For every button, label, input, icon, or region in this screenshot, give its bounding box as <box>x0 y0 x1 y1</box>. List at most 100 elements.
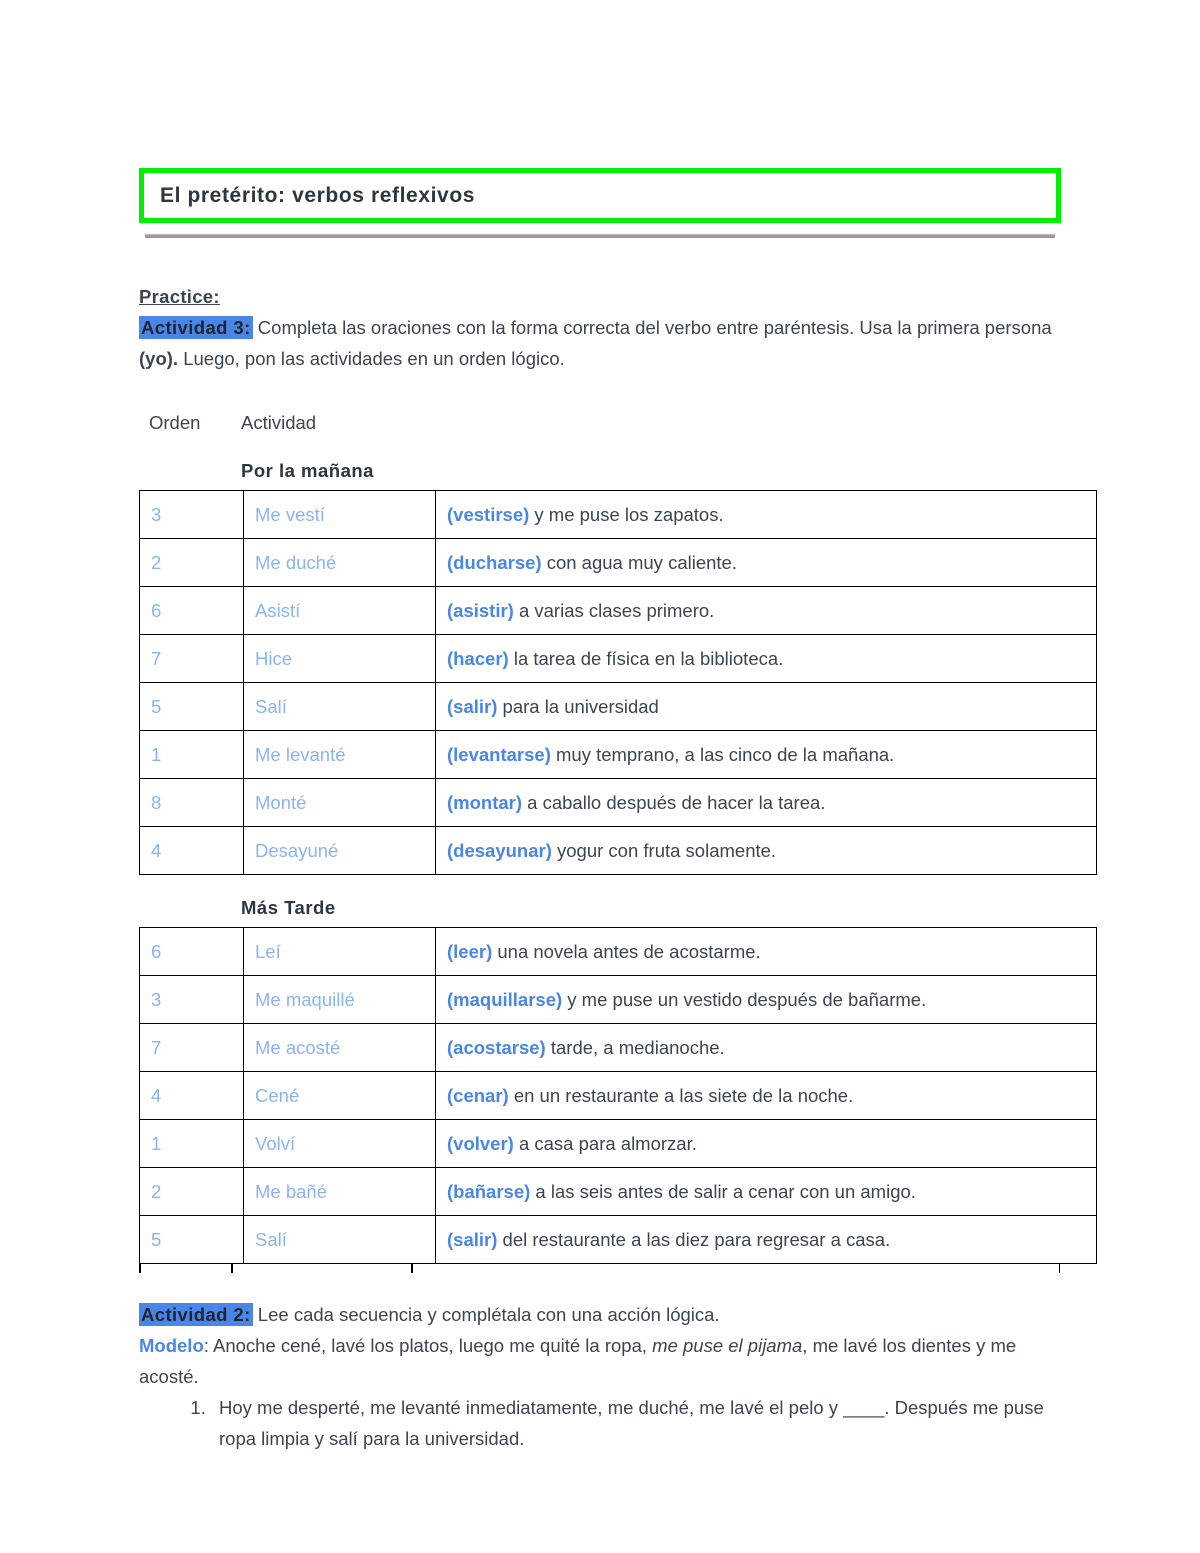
cell-actividad[interactable]: Desayuné <box>243 826 436 875</box>
cell-frase[interactable]: (montar) a caballo después de hacer la t… <box>435 778 1097 827</box>
section-heading-later: Más Tarde <box>241 897 336 918</box>
table-row: 5 Salí (salir) del restaurante a las die… <box>139 1215 1097 1264</box>
modelo-text-1: : Anoche cené, lavé los platos, luego me… <box>203 1335 653 1356</box>
cell-actividad[interactable]: Salí <box>243 1215 436 1264</box>
cell-actividad[interactable]: Monté <box>243 778 436 827</box>
cell-actividad[interactable]: Asistí <box>243 586 436 635</box>
frase-text: y me puse los zapatos. <box>529 503 724 525</box>
cell-actividad[interactable]: Me levanté <box>243 730 436 779</box>
frase-text: muy temprano, a las cinco de la mañana. <box>550 743 895 765</box>
cell-actividad[interactable]: Me acosté <box>243 1023 436 1072</box>
cell-actividad[interactable]: Me maquillé <box>243 975 436 1024</box>
cell-frase[interactable]: (levantarse) muy temprano, a las cinco d… <box>435 730 1097 779</box>
cell-frase[interactable]: (asistir) a varias clases primero. <box>435 586 1097 635</box>
cell-orden[interactable]: 1 <box>139 730 244 779</box>
table-row: 2 Me bañé (bañarse) a las seis antes de … <box>139 1167 1097 1216</box>
modelo-example: me puse el pijama <box>652 1335 803 1356</box>
cell-actividad[interactable]: Me bañé <box>243 1167 436 1216</box>
cell-frase[interactable]: (ducharse) con agua muy caliente. <box>435 538 1097 587</box>
table-edge-mark <box>139 1264 141 1273</box>
frase-text: una novela antes de acostarme. <box>492 940 761 962</box>
actividad3-text-1: Completa las oraciones con la forma corr… <box>252 317 1052 338</box>
cell-frase[interactable]: (leer) una novela antes de acostarme. <box>435 927 1097 976</box>
table-row: 7 Me acosté (acostarse) tarde, a mediano… <box>139 1023 1097 1072</box>
cell-orden[interactable]: 8 <box>139 778 244 827</box>
list-item: Hoy me desperté, me levanté inmediatamen… <box>211 1392 1061 1454</box>
frase-text: en un restaurante a las siete de la noch… <box>508 1084 854 1106</box>
cell-actividad[interactable]: Me vestí <box>243 490 436 539</box>
cell-orden[interactable]: 7 <box>139 1023 244 1072</box>
actividad2-badge-colon: : <box>244 1304 251 1325</box>
title-divider <box>145 234 1055 238</box>
frase-text: yogur con fruta solamente. <box>551 839 777 861</box>
actividad2-instructions: Actividad 2: Lee cada secuencia y complé… <box>139 1299 1061 1330</box>
verb-infinitive: (desayunar) <box>447 839 552 861</box>
cell-orden[interactable]: 2 <box>139 1167 244 1216</box>
cell-frase[interactable]: (salir) del restaurante a las diez para … <box>435 1215 1097 1264</box>
table-edge-mark <box>411 1264 413 1273</box>
cell-orden[interactable]: 1 <box>139 1119 244 1168</box>
actividad3-badge-colon: : <box>244 317 251 338</box>
cell-actividad[interactable]: Me duché <box>243 538 436 587</box>
verb-infinitive: (bañarse) <box>447 1180 531 1202</box>
table-mas-tarde: 6 Leí (leer) una novela antes de acostar… <box>139 927 1097 1264</box>
actividad3-instructions: Actividad 3: Completa las oraciones con … <box>139 312 1061 374</box>
table-edge-mark <box>1058 1264 1060 1273</box>
cell-actividad[interactable]: Volví <box>243 1119 436 1168</box>
verb-infinitive: (cenar) <box>447 1084 509 1106</box>
modelo-label: Modelo <box>139 1335 204 1356</box>
cell-actividad[interactable]: Cené <box>243 1071 436 1120</box>
table-row: 5 Salí (salir) para la universidad <box>139 682 1097 731</box>
verb-infinitive: (ducharse) <box>447 551 542 573</box>
cell-actividad[interactable]: Leí <box>243 927 436 976</box>
table-row: 7 Hice (hacer) la tarea de física en la … <box>139 634 1097 683</box>
table-row: 1 Me levanté (levantarse) muy temprano, … <box>139 730 1097 779</box>
actividad3-badge-label: Actividad 3 <box>141 317 245 338</box>
verb-infinitive: (levantarse) <box>447 743 551 765</box>
actividad2-badge: Actividad 2: <box>139 1303 253 1326</box>
intro-block: Practice: Actividad 3: Completa las orac… <box>139 281 1061 374</box>
cell-frase[interactable]: (bañarse) a las seis antes de salir a ce… <box>435 1167 1097 1216</box>
frase-text: a varias clases primero. <box>513 599 715 621</box>
cell-orden[interactable]: 6 <box>139 586 244 635</box>
cell-frase[interactable]: (desayunar) yogur con fruta solamente. <box>435 826 1097 875</box>
verb-infinitive: (vestirse) <box>447 503 530 525</box>
verb-infinitive: (asistir) <box>447 599 514 621</box>
cell-orden[interactable]: 5 <box>139 682 244 731</box>
cell-actividad[interactable]: Salí <box>243 682 436 731</box>
label-actividad: Actividad <box>241 412 317 433</box>
cell-orden[interactable]: 6 <box>139 927 244 976</box>
verb-infinitive: (salir) <box>447 695 498 717</box>
verb-infinitive: (hacer) <box>447 647 509 669</box>
frase-text: para la universidad <box>497 695 659 717</box>
actividad2-block: Actividad 2: Lee cada secuencia y complé… <box>139 1299 1061 1454</box>
cell-frase[interactable]: (salir) para la universidad <box>435 682 1097 731</box>
cell-frase[interactable]: (maquillarse) y me puse un vestido despu… <box>435 975 1097 1024</box>
cell-frase[interactable]: (acostarse) tarde, a medianoche. <box>435 1023 1097 1072</box>
cell-frase[interactable]: (volver) a casa para almorzar. <box>435 1119 1097 1168</box>
cell-orden[interactable]: 4 <box>139 826 244 875</box>
cell-orden[interactable]: 2 <box>139 538 244 587</box>
cell-orden[interactable]: 5 <box>139 1215 244 1264</box>
table-column-labels: Orden Actividad <box>139 412 1061 438</box>
table-row: 4 Desayuné (desayunar) yogur con fruta s… <box>139 826 1097 875</box>
practice-label: Practice: <box>139 286 220 307</box>
table-body-morning: 3 Me vestí (vestirse) y me puse los zapa… <box>139 490 1097 875</box>
cell-orden[interactable]: 4 <box>139 1071 244 1120</box>
verb-infinitive: (leer) <box>447 940 493 962</box>
label-orden: Orden <box>149 412 201 433</box>
document-page: El pretérito: verbos reflexivos Practice… <box>0 0 1200 1553</box>
table-row: 2 Me duché (ducharse) con agua muy calie… <box>139 538 1097 587</box>
cell-orden[interactable]: 3 <box>139 975 244 1024</box>
frase-text: a casa para almorzar. <box>513 1132 697 1154</box>
cell-frase[interactable]: (cenar) en un restaurante a las siete de… <box>435 1071 1097 1120</box>
actividad2-badge-label: Actividad 2 <box>141 1304 245 1325</box>
section-heading-morning: Por la mañana <box>241 460 374 481</box>
cell-orden[interactable]: 7 <box>139 634 244 683</box>
verb-infinitive: (volver) <box>447 1132 514 1154</box>
frase-text: a caballo después de hacer la tarea. <box>522 791 826 813</box>
cell-frase[interactable]: (vestirse) y me puse los zapatos. <box>435 490 1097 539</box>
cell-orden[interactable]: 3 <box>139 490 244 539</box>
cell-actividad[interactable]: Hice <box>243 634 436 683</box>
cell-frase[interactable]: (hacer) la tarea de física en la bibliot… <box>435 634 1097 683</box>
